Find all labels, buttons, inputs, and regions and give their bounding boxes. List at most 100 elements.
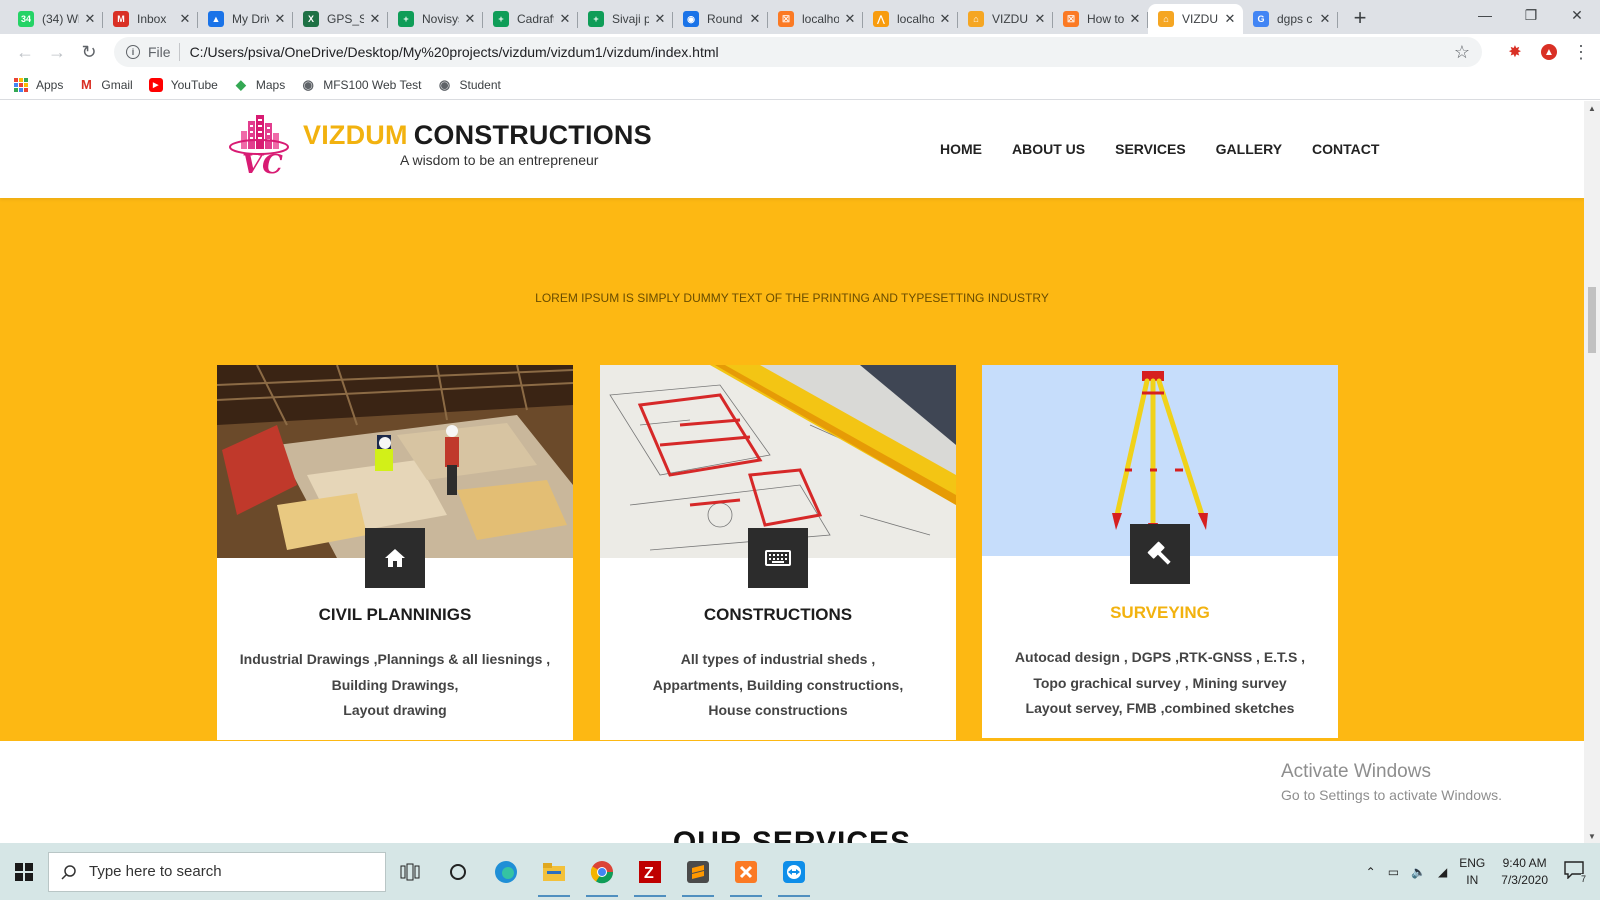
services-band: LOREM IPSUM IS SIMPLY DUMMY TEXT OF THE … [0,198,1584,741]
language-indicator[interactable]: ENG IN [1459,855,1485,889]
watermark-title: Activate Windows [1281,761,1431,782]
service-line: Layout drawing [343,702,447,718]
nav-link-gallery[interactable]: GALLERY [1216,141,1282,157]
reload-button[interactable]: ↻ [74,37,104,67]
whatsapp-icon: 34 [18,11,34,27]
vizdum-logo-icon[interactable]: VC [228,111,290,177]
file-explorer-icon[interactable] [530,843,578,900]
extension-icon[interactable]: ✸ [1504,41,1526,63]
svg-text:Z: Z [644,865,654,882]
tab-close-icon[interactable]: ✕ [1223,11,1237,27]
browser-tab[interactable]: M Inbox ✕ [103,4,198,34]
xampp-icon[interactable] [722,843,770,900]
cortana-icon[interactable] [434,843,482,900]
clock[interactable]: 9:40 AM 7/3/2020 [1501,855,1548,889]
scroll-down-arrow-icon[interactable]: ▼ [1584,829,1600,843]
nav-link-home[interactable]: HOME [940,141,982,157]
tab-close-icon[interactable]: ✕ [1128,11,1142,27]
bookmark-item[interactable]: Apps [14,77,63,92]
tab-close-icon[interactable]: ✕ [1318,11,1332,27]
back-button[interactable]: ← [10,37,40,67]
section-strapline: LOREM IPSUM IS SIMPLY DUMMY TEXT OF THE … [535,291,1049,305]
network-icon[interactable]: ◢ [1438,865,1447,879]
browser-tab[interactable]: ▲ My Drive ✕ [198,4,293,34]
page-scrollbar[interactable]: ▲ ▼ [1584,101,1600,843]
browser-tab[interactable]: + Sivaji p ✕ [578,4,673,34]
sublime-icon[interactable] [674,843,722,900]
bookmark-label: Gmail [101,77,133,92]
restore-button[interactable]: ❐ [1508,0,1554,30]
bookmark-label: YouTube [170,77,218,92]
tab-close-icon[interactable]: ✕ [83,11,97,27]
notifications-icon[interactable]: 7 [1564,861,1586,884]
tab-close-icon[interactable]: ✕ [368,11,382,27]
battery-icon[interactable]: ▭ [1388,865,1399,879]
new-tab-button[interactable]: + [1346,4,1374,32]
brand-tagline: A wisdom to be an entrepreneur [400,152,599,168]
notification-count: 7 [1580,874,1586,884]
tab-close-icon[interactable]: ✕ [938,11,952,27]
address-bar[interactable]: i File C:/Users/psiva/OneDrive/Desktop/M… [114,37,1482,67]
nav-link-contact[interactable]: CONTACT [1312,141,1379,157]
edge-icon[interactable] [482,843,530,900]
browser-tab[interactable]: ⋀ localhost ✕ [863,4,958,34]
forward-button[interactable]: → [42,37,72,67]
url-text[interactable]: C:/Users/psiva/OneDrive/Desktop/My%20pro… [190,44,1454,60]
site-info-icon[interactable]: i [126,45,140,59]
service-card-constructions: CONSTRUCTIONS All types of industrial sh… [600,365,956,740]
browser-menu-icon[interactable]: ⋮ [1572,42,1590,63]
browser-tab[interactable]: + Cadrafts ✕ [483,4,578,34]
windows-start-icon[interactable] [0,843,48,900]
browser-tab[interactable]: ☒ localhost ✕ [768,4,863,34]
volume-icon[interactable]: 🔈 [1411,865,1426,879]
task-view-icon[interactable] [386,843,434,900]
scroll-thumb[interactable] [1588,287,1596,353]
tab-close-icon[interactable]: ✕ [1033,11,1047,27]
phpmyadmin-icon: ⋀ [873,11,889,27]
taskbar-search-input[interactable]: Type here to search [48,851,386,892]
tab-close-icon[interactable]: ✕ [273,11,287,27]
browser-tab[interactable]: X GPS_Survey ✕ [293,4,388,34]
browser-tab[interactable]: ◉ Round ✕ [673,4,768,34]
bookmark-item[interactable]: ◆ Maps [234,77,285,92]
browser-tab[interactable]: Gdgps c ✕ [1243,4,1338,34]
tab-close-icon[interactable]: ✕ [178,11,192,27]
globe-icon: ◉ [438,76,451,92]
profile-extension-icon[interactable]: ▲ [1538,41,1560,63]
filezilla-icon[interactable]: Z [626,843,674,900]
google-drive-icon: ▲ [208,11,224,27]
bookmark-item[interactable]: M Gmail [79,77,133,92]
google-icon: G [1253,11,1269,27]
gavel-icon [1130,524,1190,584]
keyboard-icon [748,528,808,588]
brand-name[interactable]: VIZDUM CONSTRUCTIONS [303,120,652,151]
bookmark-item[interactable]: ◉ Student [437,76,501,92]
browser-tab[interactable]: ⌂ VIZDUM ✕ [958,4,1053,34]
tab-close-icon[interactable]: ✕ [748,11,762,27]
teamviewer-icon[interactable] [770,843,818,900]
tab-title: Inbox [137,12,167,26]
chrome-icon[interactable] [578,843,626,900]
tab-close-icon[interactable]: ✕ [653,11,667,27]
close-window-button[interactable]: ✕ [1554,0,1600,30]
site-header: VC VIZDUM CONSTRUCTIONS A wisdom to be an… [0,101,1584,198]
browser-tab[interactable]: 34 (34) WhatsApp ✕ [8,4,103,34]
tab-close-icon[interactable]: ✕ [463,11,477,27]
bookmark-item[interactable]: ◉ MFS100 Web Test [301,77,422,92]
bookmark-star-icon[interactable]: ☆ [1454,42,1470,63]
sheets-icon: + [398,11,414,27]
scroll-up-arrow-icon[interactable]: ▲ [1584,101,1600,115]
service-line: All types of industrial sheds , [680,651,876,667]
house-icon: ⌂ [968,11,984,27]
bookmark-item[interactable]: ▶ YouTube [148,77,218,92]
nav-link-services[interactable]: SERVICES [1115,141,1186,157]
tab-close-icon[interactable]: ✕ [558,11,572,27]
browser-tab[interactable]: ☒ How to ✕ [1053,4,1148,34]
tab-close-icon[interactable]: ✕ [843,11,857,27]
browser-tab[interactable]: + Novisys ✕ [388,4,483,34]
nav-link-about-us[interactable]: ABOUT US [1012,141,1085,157]
minimize-button[interactable]: — [1462,0,1508,30]
tab-title: Sivaji p [612,12,649,26]
tray-chevron-icon[interactable]: ⌃ [1366,865,1376,879]
browser-tab[interactable]: ⌂ VIZDUM ✕ [1148,4,1243,34]
